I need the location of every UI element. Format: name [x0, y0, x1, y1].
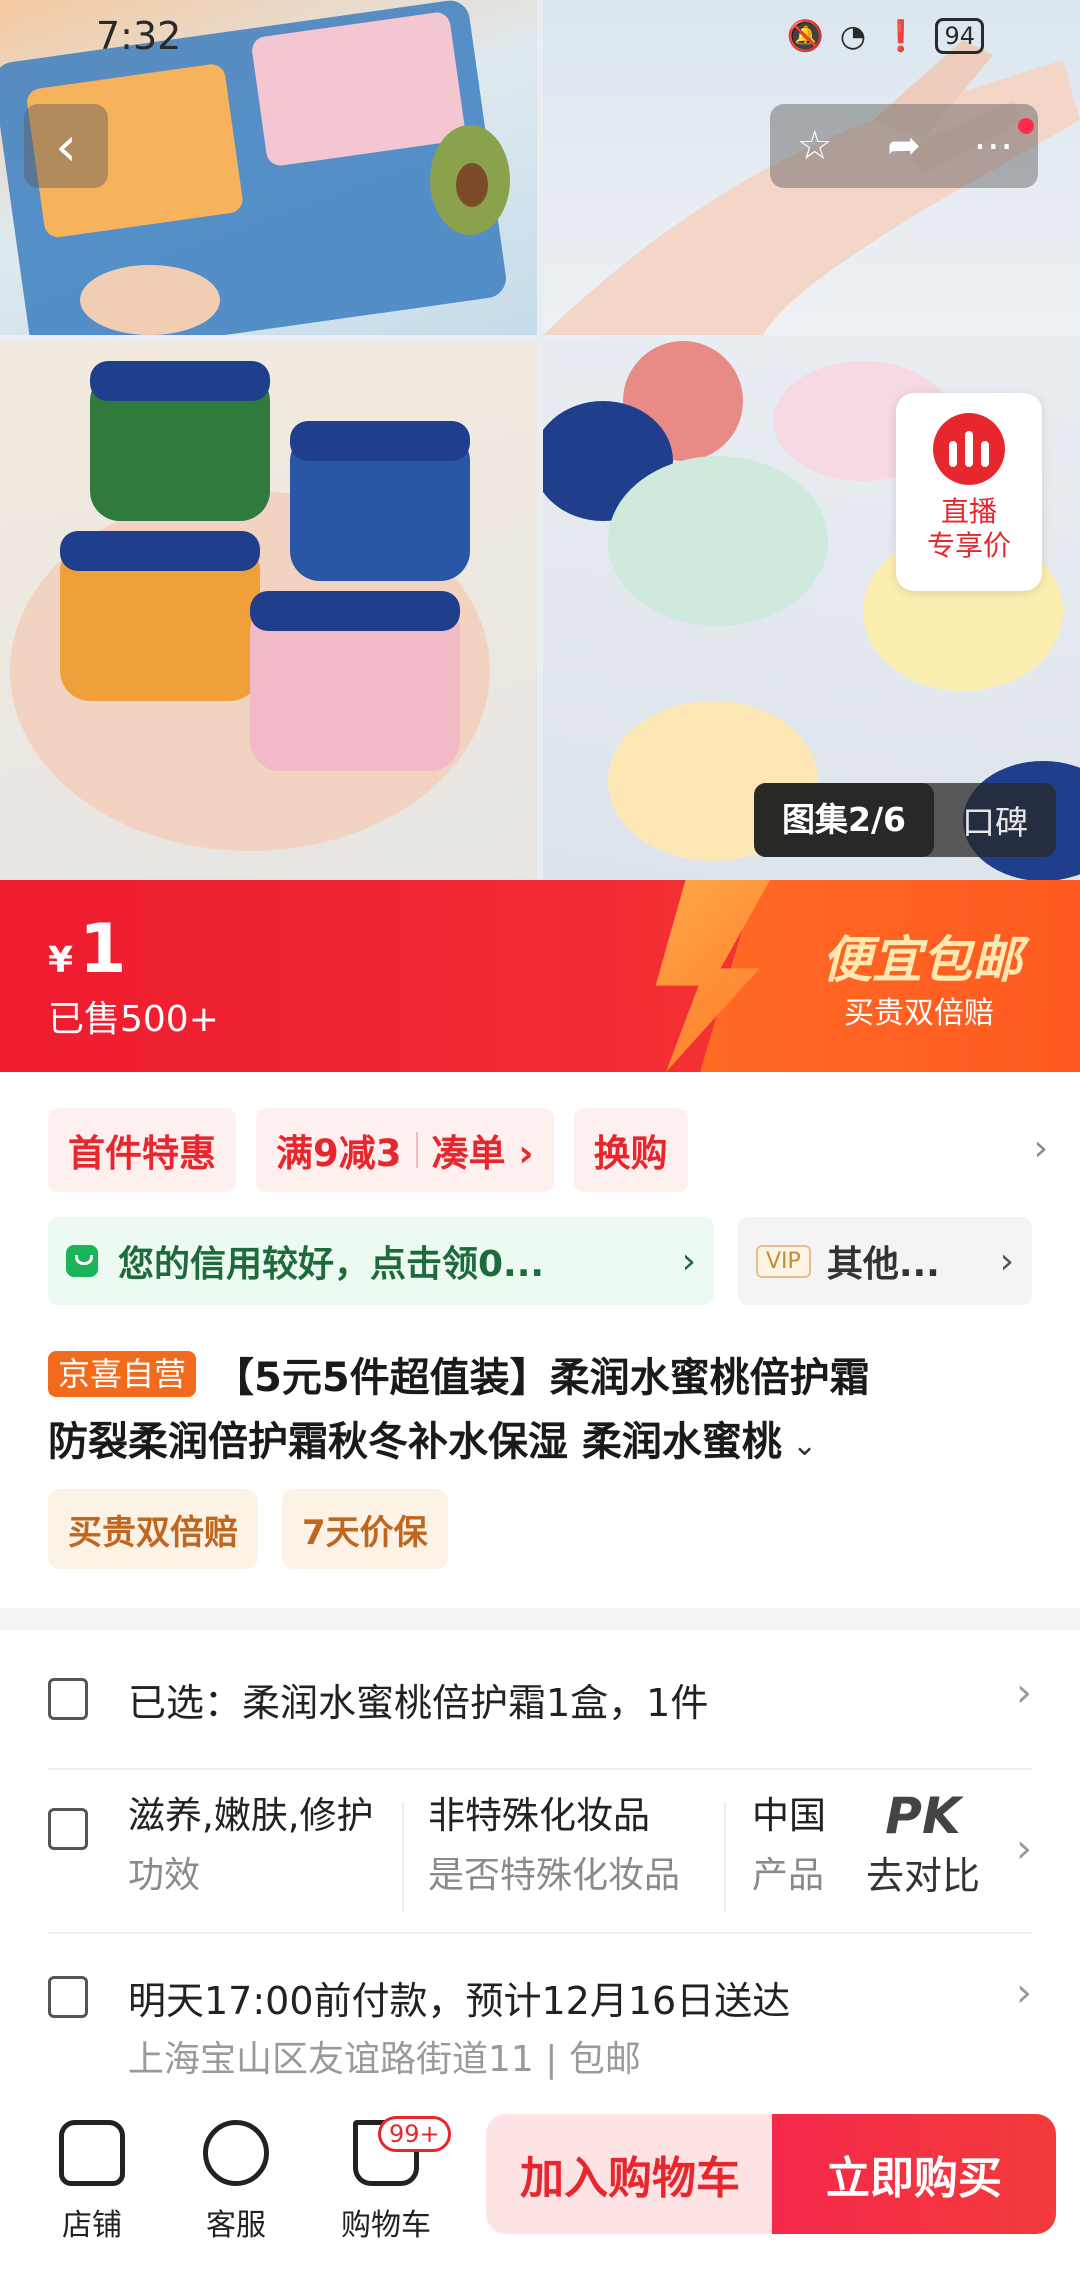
customer-service-button[interactable]: 客服	[176, 2120, 296, 2244]
discount-label: 满9减3	[276, 1132, 402, 1175]
chevron-left-icon: ‹	[55, 114, 77, 178]
product-attributes-row[interactable]: 滋养,嫩肤,修护 功效 非特殊化妆品 是否特殊化妆品 中国 产品 PK 去对比 …	[48, 1772, 1032, 1934]
tab-gallery[interactable]: 图集2/6	[754, 783, 934, 857]
attribute-item: 中国 产品	[752, 1794, 826, 1896]
shopping-bag-icon	[66, 1245, 98, 1277]
favorite-star-icon[interactable]: ☆	[775, 106, 855, 186]
delivery-estimate: 明天17:00前付款，预计12月16日送达	[128, 1979, 791, 2023]
coupon-first-item[interactable]: 首件特惠	[48, 1108, 236, 1192]
back-button[interactable]: ‹	[24, 104, 108, 188]
buy-now-button[interactable]: 立即购买	[772, 2114, 1056, 2234]
selected-spec-text: 已选：柔润水蜜桃倍护霜1盒，1件	[128, 1681, 709, 1725]
add-on-link: 凑单 ›	[431, 1132, 534, 1175]
checklist-icon	[48, 1678, 88, 1720]
title-line-1: 【5元5件超值装】柔润水蜜桃倍护霜	[214, 1355, 870, 1401]
vip-offer-banner[interactable]: VIP 其他... ›	[738, 1217, 1032, 1305]
delivery-row[interactable]: 明天17:00前付款，预计12月16日送达 上海宝山区友谊路街道11 | 包邮 …	[48, 1936, 1032, 2088]
add-to-cart-button[interactable]: 加入购物车	[486, 2114, 774, 2234]
product-detail-page: 7:32 🔕 ◔ ❗ 94 ‹ ☆ ➦ ⋯ 直播 专享价 图集2/6 口碑 ¥ …	[0, 0, 1080, 2280]
chevron-right-icon: ›	[1016, 1970, 1032, 2016]
cream-jars-in-hand-photo[interactable]	[0, 341, 537, 880]
live-price-badge[interactable]: 直播 专享价	[896, 393, 1042, 591]
live-icon	[933, 413, 1005, 485]
chevron-right-icon: ›	[1016, 1826, 1032, 1872]
notification-dot	[1018, 118, 1034, 134]
sold-count: 已售500+	[48, 999, 219, 1040]
alert-icon: ❗	[882, 18, 920, 54]
coupon-row: 首件特惠 满9减3 凑单 › 换购 ›	[48, 1108, 1048, 1192]
currency-symbol: ¥	[48, 940, 74, 981]
battery-icon: 94	[935, 18, 984, 54]
chat-face-icon	[203, 2120, 269, 2186]
coupon-discount[interactable]: 满9减3 凑单 ›	[256, 1108, 554, 1192]
coupon-exchange[interactable]: 换购	[573, 1108, 688, 1192]
shop-icon	[59, 2120, 125, 2186]
service-tags: 买贵双倍赔 7天价保	[48, 1489, 448, 1569]
chevron-right-icon: ›	[999, 1240, 1014, 1282]
attribute-item: 非特殊化妆品 是否特殊化妆品	[428, 1794, 681, 1896]
price-amount: 1	[79, 910, 127, 989]
status-bar: 7:32 🔕 ◔ ❗ 94	[0, 0, 1080, 76]
share-icon[interactable]: ➦	[864, 106, 944, 186]
product-title[interactable]: 京喜自营 【5元5件超值装】柔润水蜜桃倍护霜 防裂柔润倍护霜秋冬补水保湿 柔润水蜜…	[48, 1346, 1040, 1478]
tab-reviews[interactable]: 口碑	[934, 796, 1056, 844]
wifi-icon: ◔	[839, 18, 867, 54]
vip-offer-text: 其他...	[826, 1244, 940, 1285]
pk-label: PK	[885, 1787, 961, 1845]
document-icon	[48, 1808, 88, 1850]
compare-label: 去对比	[865, 1854, 980, 1898]
attribute-item: 滋养,嫩肤,修护 功效	[128, 1794, 374, 1896]
chevron-right-icon: ›	[1016, 1670, 1032, 1716]
promo-title: 便宜包邮	[822, 931, 1022, 989]
top-action-group: ☆ ➦ ⋯	[770, 104, 1038, 188]
compare-button[interactable]: PK 去对比	[848, 1786, 998, 1916]
truck-icon	[48, 1976, 88, 2018]
delivery-address: 上海宝山区友谊路街道11 | 包邮	[128, 2039, 641, 2080]
coupon-more-chevron-icon[interactable]: ›	[1034, 1128, 1048, 1169]
chevron-right-icon: ›	[681, 1240, 696, 1282]
vip-tag: VIP	[756, 1244, 811, 1278]
selected-spec-row[interactable]: 已选：柔润水蜜桃倍护霜1盒，1件 ›	[48, 1632, 1032, 1770]
cart-count-badge: 99+	[378, 2116, 451, 2152]
shop-button[interactable]: 店铺	[32, 2120, 152, 2244]
title-line-2: 防裂柔润倍护霜秋冬补水保湿 柔润水蜜桃	[48, 1419, 782, 1465]
mute-bell-icon: 🔕	[786, 18, 824, 54]
credit-offer-banner[interactable]: 您的信用较好，点击领0... ›	[48, 1217, 714, 1305]
bottom-action-bar: 店铺 客服 购物车 99+ 加入购物车 立即购买	[0, 2096, 1080, 2280]
gallery-tabs: 图集2/6 口碑	[754, 783, 1056, 857]
expand-chevron-icon[interactable]: ⌄	[792, 1428, 817, 1463]
self-operated-tag: 京喜自营	[48, 1351, 197, 1397]
section-divider	[0, 1608, 1080, 1630]
price-banner: ¥ 1 已售500+ 便宜包邮 买贵双倍赔	[0, 880, 1080, 1072]
promo-subtitle: 买贵双倍赔	[844, 996, 994, 1031]
product-image-gallery[interactable]: 7:32 🔕 ◔ ❗ 94 ‹ ☆ ➦ ⋯ 直播 专享价 图集2/6 口碑	[0, 0, 1080, 880]
price: ¥ 1	[48, 910, 126, 989]
live-label: 直播	[940, 495, 997, 528]
service-tag[interactable]: 买贵双倍赔	[48, 1489, 258, 1569]
status-time: 7:32	[96, 14, 182, 58]
credit-offer-text: 您的信用较好，点击领0...	[118, 1244, 545, 1285]
service-tag[interactable]: 7天价保	[282, 1489, 448, 1569]
live-price-label: 专享价	[926, 529, 1011, 562]
